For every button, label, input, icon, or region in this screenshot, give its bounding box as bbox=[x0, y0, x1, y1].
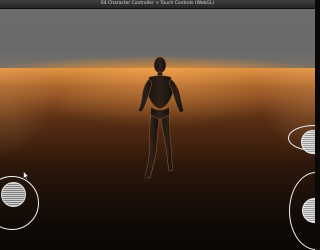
character-right-leg bbox=[160, 114, 174, 172]
window-title: 64 Character Controller + Touch Controls… bbox=[100, 1, 215, 6]
move-joystick-knob[interactable] bbox=[1, 182, 26, 207]
character-head bbox=[153, 56, 167, 74]
window-titlebar[interactable]: 64 Character Controller + Touch Controls… bbox=[0, 0, 315, 9]
character-torso bbox=[146, 75, 174, 110]
character-left-leg bbox=[144, 114, 160, 179]
player-character bbox=[137, 56, 185, 181]
game-viewport[interactable] bbox=[0, 9, 315, 250]
left-light-spill bbox=[0, 68, 60, 188]
